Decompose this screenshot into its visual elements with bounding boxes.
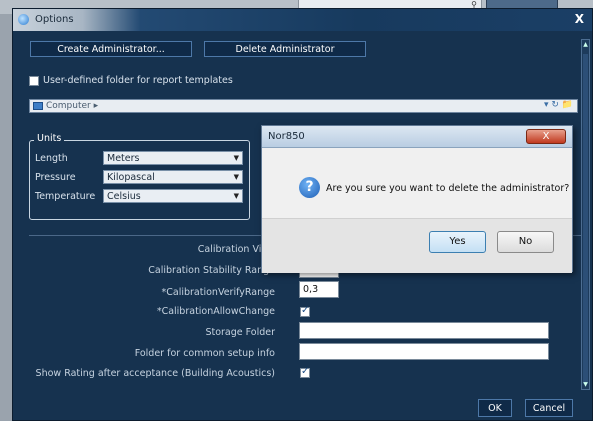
folder-path-bar[interactable]: Computer ▸ ▾ ↻ 📁 xyxy=(29,99,578,113)
scrollbar-thumb[interactable] xyxy=(583,54,588,384)
templates-checkbox-label: User-defined folder for report templates xyxy=(43,75,233,86)
pressure-select[interactable]: Kilopascal ▼ xyxy=(103,170,243,184)
chevron-down-icon: ▼ xyxy=(233,173,239,181)
window-title: Options xyxy=(35,14,74,25)
close-icon[interactable]: X xyxy=(575,12,584,26)
ok-button[interactable]: OK xyxy=(478,399,512,417)
calibration-verify-input[interactable]: 0,3 xyxy=(299,281,339,298)
delete-administrator-button[interactable]: Delete Administrator xyxy=(204,41,366,57)
app-icon xyxy=(18,14,29,25)
units-group: Units Length Meters ▼ Pressure Kilopascal… xyxy=(29,133,250,220)
path-text: Computer ▸ xyxy=(46,101,99,111)
options-window: Options X Create Administrator... Delete… xyxy=(12,8,593,421)
dialog-title-bar[interactable]: Nor850 X xyxy=(262,126,572,148)
chevron-down-icon: ▼ xyxy=(233,192,239,200)
calibration-stability-label: Calibration Stability Range xyxy=(148,265,275,276)
title-bar[interactable]: Options X xyxy=(13,9,592,31)
temperature-value: Celsius xyxy=(107,191,141,202)
scroll-down-icon[interactable]: ▼ xyxy=(582,381,589,388)
storage-folder-label: Storage Folder xyxy=(205,327,275,338)
confirm-dialog: Nor850 X ? Are you sure you want to dele… xyxy=(261,125,573,273)
create-administrator-button[interactable]: Create Administrator... xyxy=(30,41,192,57)
cancel-button[interactable]: Cancel xyxy=(525,399,573,417)
show-rating-label: Show Rating after acceptance (Building A… xyxy=(35,368,275,379)
length-select[interactable]: Meters ▼ xyxy=(103,151,243,165)
temperature-select[interactable]: Celsius ▼ xyxy=(103,189,243,203)
dialog-message: Are you sure you want to delete the admi… xyxy=(326,183,570,194)
question-icon: ? xyxy=(299,177,320,198)
calibration-verify-label: *CalibrationVerifyRange xyxy=(161,287,276,298)
vertical-scrollbar[interactable]: ▲ ▼ xyxy=(581,39,590,390)
storage-folder-input[interactable] xyxy=(299,322,549,339)
pressure-label: Pressure xyxy=(35,172,76,183)
pressure-value: Kilopascal xyxy=(107,172,155,183)
length-label: Length xyxy=(35,153,68,164)
calibration-allow-change-label: *CalibrationAllowChange xyxy=(156,306,275,317)
yes-button[interactable]: Yes xyxy=(429,231,486,253)
units-legend: Units xyxy=(34,133,65,144)
dialog-title: Nor850 xyxy=(268,131,305,142)
computer-icon xyxy=(33,102,43,110)
common-setup-folder-input[interactable] xyxy=(299,343,549,360)
temperature-label: Temperature xyxy=(35,191,96,202)
calibration-allow-change-checkbox[interactable] xyxy=(300,305,310,317)
common-setup-folder-label: Folder for common setup info xyxy=(134,348,275,359)
length-value: Meters xyxy=(107,153,140,164)
no-button[interactable]: No xyxy=(497,231,554,253)
chevron-down-icon: ▼ xyxy=(233,154,239,162)
folder-browse-icons[interactable]: ▾ ↻ 📁 xyxy=(544,100,573,110)
templates-checkbox[interactable] xyxy=(29,76,39,86)
show-rating-checkbox[interactable] xyxy=(300,366,310,378)
dialog-close-button[interactable]: X xyxy=(526,129,566,144)
scroll-up-icon[interactable]: ▲ xyxy=(582,41,589,48)
